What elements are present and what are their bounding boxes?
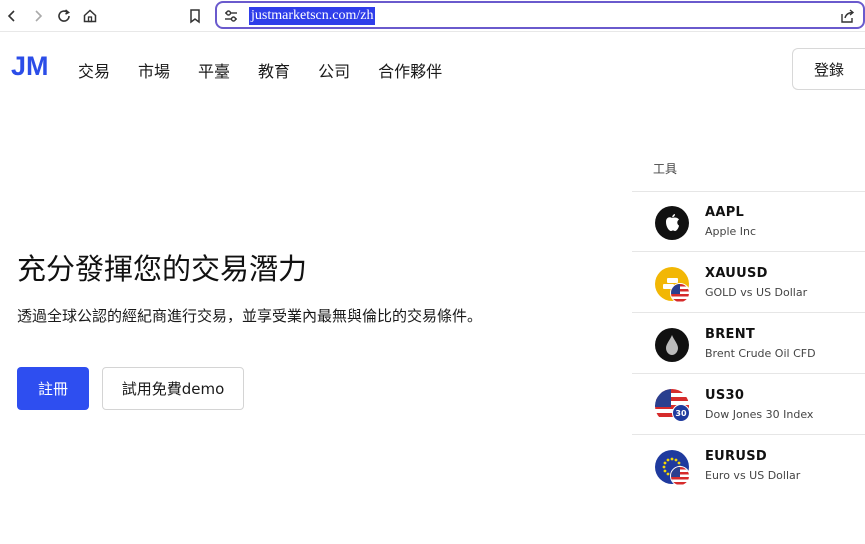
nav-item-trading[interactable]: 交易 xyxy=(78,58,110,82)
instrument-symbol: BRENT xyxy=(705,327,756,342)
bookmark-icon[interactable] xyxy=(183,4,207,28)
main-nav: 交易 市場 平臺 教育 公司 合作夥伴 xyxy=(78,58,470,82)
nav-item-partners[interactable]: 合作夥伴 xyxy=(378,58,442,82)
address-bar[interactable]: justmarketscn.com/zh xyxy=(215,1,865,29)
forward-icon[interactable] xyxy=(26,4,50,28)
demo-button[interactable]: 試用免費demo xyxy=(102,367,244,410)
instruments-label: 工具 xyxy=(653,162,678,176)
us-flag-icon xyxy=(670,283,690,303)
nav-item-company[interactable]: 公司 xyxy=(318,58,350,82)
nav-item-platforms[interactable]: 平臺 xyxy=(198,58,230,82)
us-flag-icon xyxy=(670,466,690,486)
instrument-name: GOLD vs US Dollar xyxy=(705,286,808,299)
reload-icon[interactable] xyxy=(52,4,76,28)
instrument-symbol: EURUSD xyxy=(705,449,767,464)
instrument-row-brent[interactable]: BRENT Brent Crude Oil CFD xyxy=(632,314,865,374)
site-settings-icon[interactable] xyxy=(223,8,239,24)
hero-title: 充分發揮您的交易潛力 xyxy=(17,252,308,286)
site-logo[interactable]: JM xyxy=(11,51,49,82)
apple-icon xyxy=(655,206,689,240)
nav-item-education[interactable]: 教育 xyxy=(258,58,290,82)
home-icon[interactable] xyxy=(78,4,102,28)
oil-drop-icon xyxy=(655,328,689,362)
instrument-name: Brent Crude Oil CFD xyxy=(705,347,816,360)
register-button[interactable]: 註冊 xyxy=(17,367,89,410)
login-button[interactable]: 登錄 xyxy=(792,48,865,90)
nav-item-markets[interactable]: 市場 xyxy=(138,58,170,82)
instrument-symbol: AAPL xyxy=(705,205,745,220)
url-text[interactable]: justmarketscn.com/zh xyxy=(249,7,376,25)
site-header: JM 交易 市場 平臺 教育 公司 合作夥伴 登錄 xyxy=(0,32,865,106)
instrument-symbol: XAUUSD xyxy=(705,266,768,281)
browser-toolbar: justmarketscn.com/zh xyxy=(0,0,865,32)
back-icon[interactable] xyxy=(0,4,24,28)
instrument-symbol: US30 xyxy=(705,388,745,403)
instrument-name: Dow Jones 30 Index xyxy=(705,408,814,421)
instrument-name: Euro vs US Dollar xyxy=(705,469,801,482)
instrument-row-aapl[interactable]: AAPL Apple Inc xyxy=(632,192,865,252)
index-badge: 30 xyxy=(672,404,690,422)
instrument-name: Apple Inc xyxy=(705,225,757,238)
share-icon[interactable] xyxy=(839,8,855,24)
instrument-row-xauusd[interactable]: XAUUSD GOLD vs US Dollar xyxy=(632,253,865,313)
instrument-row-us30[interactable]: 30 US30 Dow Jones 30 Index xyxy=(632,375,865,435)
instrument-row-eurusd[interactable]: EURUSD Euro vs US Dollar xyxy=(632,436,865,496)
hero-subtitle: 透過全球公認的經紀商進行交易，並享受業內最無與倫比的交易條件。 xyxy=(17,307,483,325)
